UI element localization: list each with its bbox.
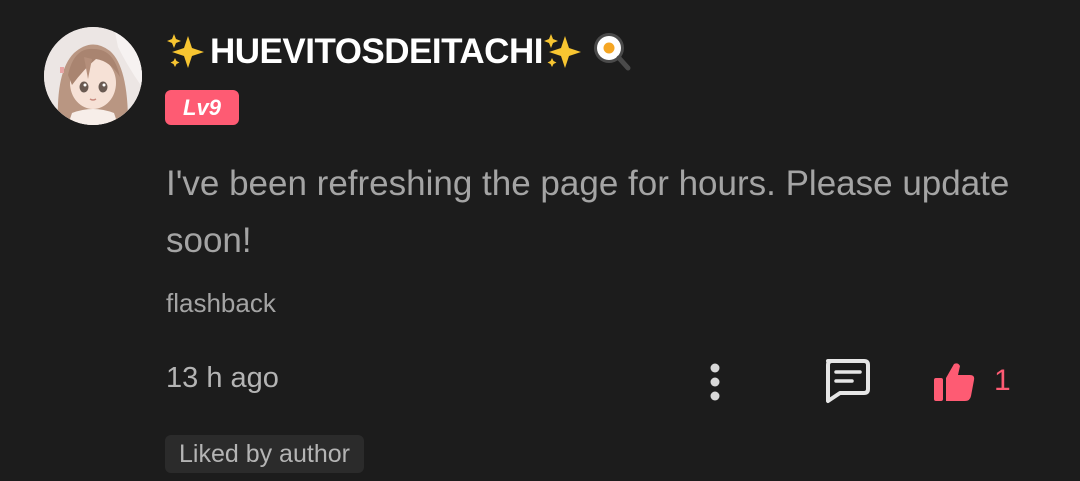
username-text: HUEVITOSDEITACHI [210,32,543,71]
more-vertical-icon [710,363,720,401]
level-badge: Lv9 [165,90,239,125]
thumbs-up-icon [934,363,975,401]
timestamp: 13 h ago [166,362,279,394]
like-button[interactable]: 1 [930,355,1020,407]
sparkles-icon [167,34,204,68]
like-count: 1 [994,364,1011,397]
frying-pan-egg-icon [593,33,631,71]
anime-girl-avatar-icon [44,27,142,125]
avatar[interactable] [44,27,142,125]
more-options-button[interactable] [700,360,730,404]
comment-card: HUEVITOSDEITACHI Lv9 I've been refreshin… [0,0,1080,481]
liked-by-author-badge: Liked by author [165,435,364,473]
sparkles-icon [543,34,581,68]
comment-reply-icon [826,359,870,403]
reply-button[interactable] [820,355,872,405]
chapter-tag[interactable]: flashback [166,288,276,319]
username[interactable]: HUEVITOSDEITACHI [166,30,631,74]
comment-body: I've been refreshing the page for hours.… [166,164,1010,260]
